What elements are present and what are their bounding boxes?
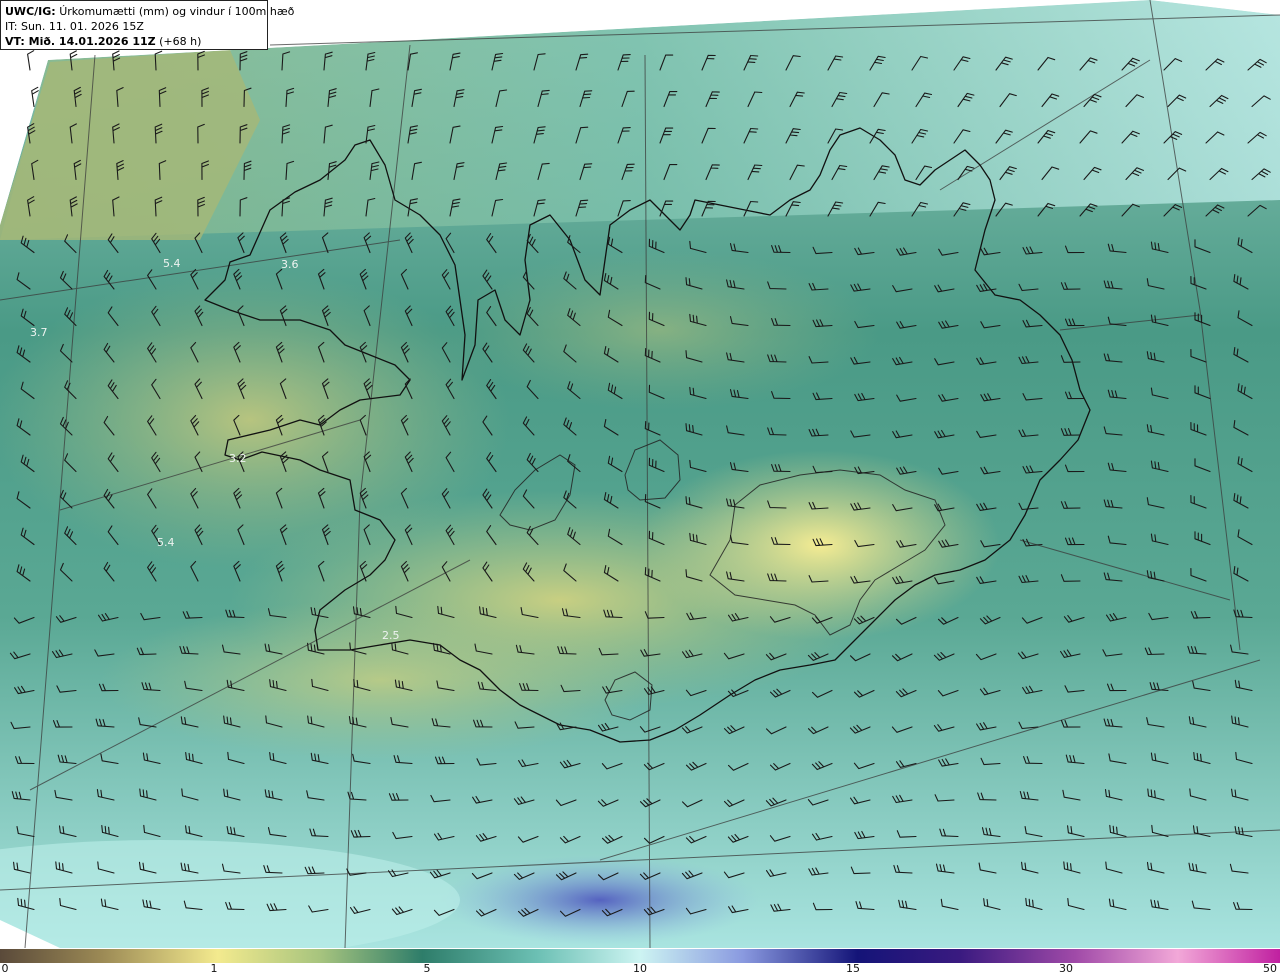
colorbar-ticks: 0 1 5 10 15 30 50 [0, 962, 1280, 978]
weather-map: UWC/IG: Úrkomumætti (mm) og vindur í 100… [0, 0, 1280, 948]
value-label: 5.4 [157, 536, 175, 549]
colorbar-gradient [0, 949, 1280, 963]
value-label: 2.5 [382, 629, 400, 642]
model-prefix: UWC/IG: [5, 5, 56, 18]
value-label: 3.6 [281, 258, 299, 271]
value-label: 3.7 [30, 326, 48, 339]
colorbar [0, 948, 1280, 963]
colorbar-tick: 5 [423, 962, 431, 975]
colorbar-tick: 10 [633, 962, 647, 975]
value-label: 5.4 [163, 257, 181, 270]
colorbar-tick: 15 [846, 962, 860, 975]
valid-time: VT: Mið. 14.01.2026 11Z [5, 35, 156, 48]
colorbar-tick: 0 [1, 962, 9, 975]
map-info-box: UWC/IG: Úrkomumætti (mm) og vindur í 100… [0, 0, 294, 50]
north-dry-area [440, 250, 880, 410]
value-label: 3.2 [229, 452, 247, 465]
map-canvas [0, 0, 1280, 948]
init-time: IT: Sun. 11. 01. 2026 15Z [5, 20, 144, 33]
colorbar-tick: 1 [210, 962, 218, 975]
colorbar-tick: 50 [1263, 962, 1277, 975]
title-line: UWC/IG: Úrkomumætti (mm) og vindur í 100… [5, 4, 294, 19]
colorbar-tick: 30 [1059, 962, 1073, 975]
map-title: Úrkomumætti (mm) og vindur í 100m hæð [59, 5, 295, 18]
southern-wet-area [440, 855, 760, 945]
forecast-lead: (+68 h) [159, 35, 202, 48]
central-dry-band-2 [100, 600, 660, 760]
valid-time-line: VT: Mið. 14.01.2026 11Z (+68 h) [5, 34, 263, 49]
